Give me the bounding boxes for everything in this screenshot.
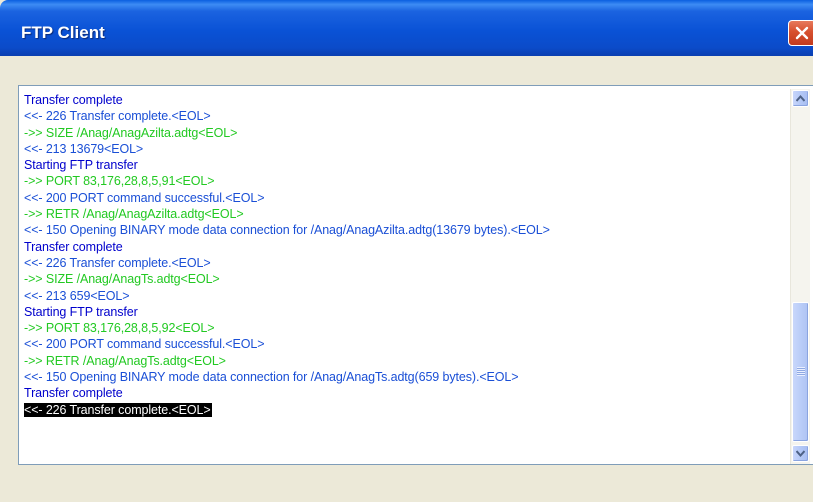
scroll-up-button[interactable] bbox=[792, 90, 809, 107]
log-line-text: <<- 200 PORT command successful.<EOL> bbox=[24, 337, 265, 352]
log-line[interactable]: ->> RETR /Anag/AnagAzilta.adtg<EOL> bbox=[24, 206, 784, 222]
ftp-client-window: FTP Client Transfer complete <<- 226 Tran… bbox=[0, 0, 813, 502]
log-line[interactable]: Transfer complete bbox=[24, 385, 784, 401]
log-lines: Transfer complete <<- 226 Transfer comple… bbox=[24, 92, 784, 418]
log-line-text: Starting FTP transfer bbox=[24, 304, 138, 319]
scroll-down-arrow-icon bbox=[796, 450, 805, 457]
log-line[interactable]: <<- 200 PORT command successful.<EOL> bbox=[24, 190, 784, 206]
log-line-text: Transfer complete bbox=[24, 386, 123, 401]
log-line-text: <<- 213 659<EOL> bbox=[24, 288, 130, 303]
log-line-text: <<- 226 Transfer complete.<EOL> bbox=[24, 255, 211, 270]
title-bar[interactable]: FTP Client bbox=[0, 0, 813, 56]
log-line-text: Starting FTP transfer bbox=[24, 158, 138, 173]
log-line-text: <<- 226 Transfer complete.<EOL> bbox=[24, 402, 212, 417]
log-line-text: <<- 150 Opening BINARY mode data connect… bbox=[24, 223, 550, 238]
log-line-text: <<- 226 Transfer complete.<EOL> bbox=[24, 109, 211, 124]
log-line[interactable]: ->> SIZE /Anag/AnagTs.adtg<EOL> bbox=[24, 271, 784, 287]
log-line[interactable]: Starting FTP transfer bbox=[24, 304, 784, 320]
log-line-text: <<- 150 Opening BINARY mode data connect… bbox=[24, 370, 519, 385]
log-line[interactable]: ->> PORT 83,176,28,8,5,91<EOL> bbox=[24, 173, 784, 189]
log-line-text: <<- 200 PORT command successful.<EOL> bbox=[24, 190, 265, 205]
scroll-thumb[interactable] bbox=[792, 302, 809, 442]
log-line[interactable]: <<- 200 PORT command successful.<EOL> bbox=[24, 336, 784, 352]
log-line[interactable]: Transfer complete bbox=[24, 239, 784, 255]
log-line-text: ->> RETR /Anag/AnagTs.adtg<EOL> bbox=[24, 353, 226, 368]
log-line[interactable]: <<- 226 Transfer complete.<EOL> bbox=[24, 108, 784, 124]
log-line-text: ->> PORT 83,176,28,8,5,92<EOL> bbox=[24, 321, 215, 336]
log-line-text: ->> SIZE /Anag/AnagTs.adtg<EOL> bbox=[24, 272, 220, 287]
log-line[interactable]: <<- 150 Opening BINARY mode data connect… bbox=[24, 369, 784, 385]
scroll-down-button[interactable] bbox=[792, 445, 809, 462]
log-line[interactable]: <<- 213 659<EOL> bbox=[24, 288, 784, 304]
log-line[interactable]: Transfer complete bbox=[24, 92, 784, 108]
window-title: FTP Client bbox=[21, 23, 105, 42]
log-line-text: ->> RETR /Anag/AnagAzilta.adtg<EOL> bbox=[24, 207, 244, 222]
log-line[interactable]: <<- 226 Transfer complete.<EOL> bbox=[24, 255, 784, 271]
log-line-text: ->> PORT 83,176,28,8,5,91<EOL> bbox=[24, 174, 215, 189]
log-line[interactable]: <<- 150 Opening BINARY mode data connect… bbox=[24, 222, 784, 238]
log-line[interactable]: <<- 226 Transfer complete.<EOL> bbox=[24, 402, 784, 418]
log-line-text: ->> SIZE /Anag/AnagAzilta.adtg<EOL> bbox=[24, 125, 238, 140]
log-line[interactable]: ->> PORT 83,176,28,8,5,92<EOL> bbox=[24, 320, 784, 336]
close-x-icon bbox=[795, 26, 809, 40]
log-line[interactable]: Starting FTP transfer bbox=[24, 157, 784, 173]
log-line[interactable]: <<- 213 13679<EOL> bbox=[24, 141, 784, 157]
log-line[interactable]: ->> RETR /Anag/AnagTs.adtg<EOL> bbox=[24, 353, 784, 369]
vertical-scrollbar[interactable] bbox=[790, 89, 810, 464]
ftp-log-listbox[interactable]: Transfer complete <<- 226 Transfer comple… bbox=[18, 85, 813, 465]
log-line-text: Transfer complete bbox=[24, 239, 123, 254]
scroll-up-arrow-icon bbox=[796, 95, 805, 102]
log-line-text: <<- 213 13679<EOL> bbox=[24, 141, 144, 156]
log-line-text: Transfer complete bbox=[24, 93, 123, 107]
log-line[interactable]: ->> SIZE /Anag/AnagAzilta.adtg<EOL> bbox=[24, 125, 784, 141]
scroll-grip-icon bbox=[797, 367, 805, 376]
close-button[interactable] bbox=[788, 20, 813, 46]
